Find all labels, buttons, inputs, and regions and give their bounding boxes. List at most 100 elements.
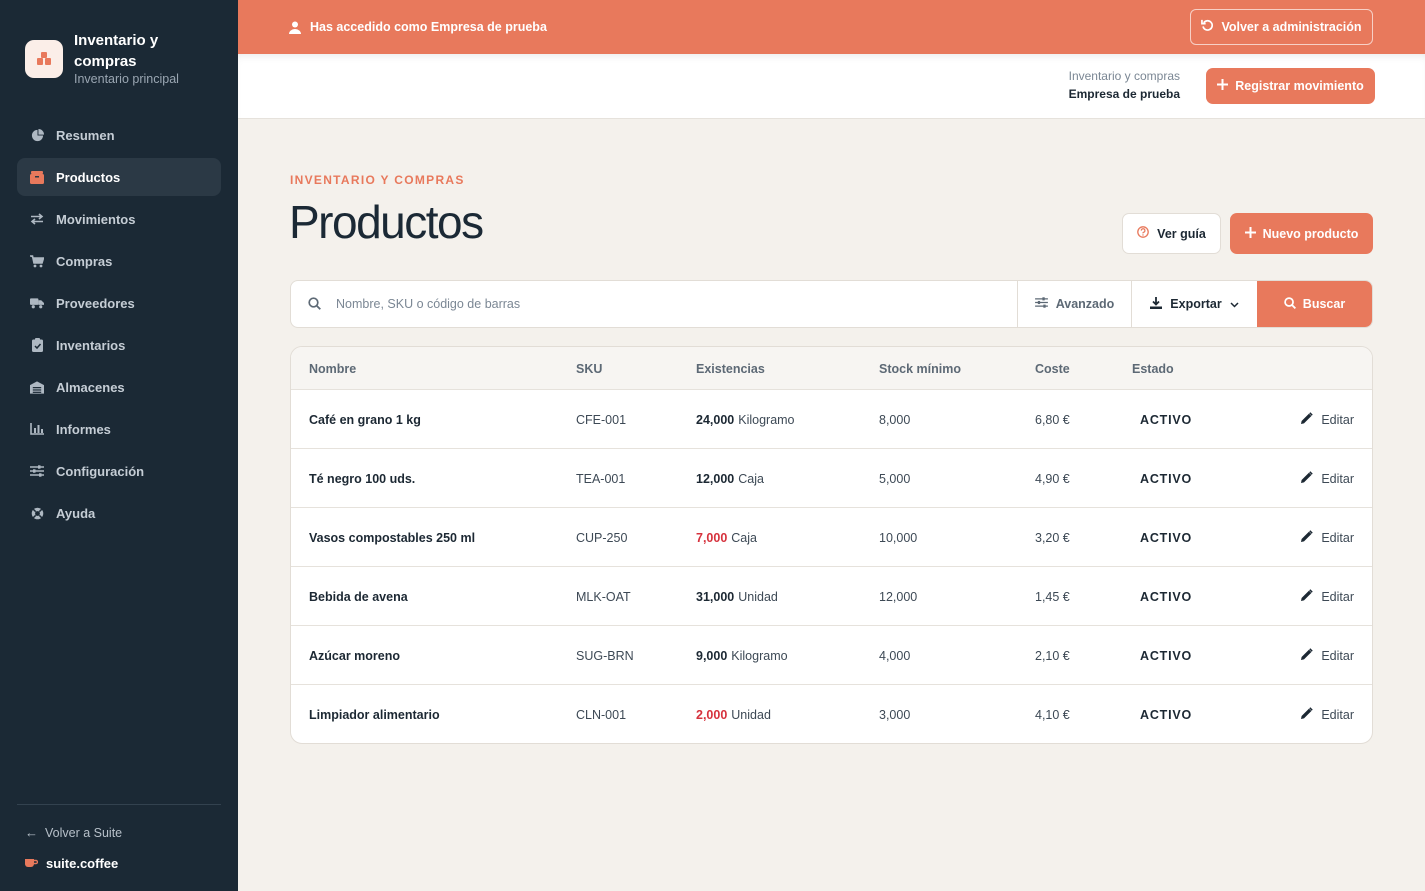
back-to-admin-button[interactable]: Volver a administración — [1190, 9, 1373, 45]
stock-unit: Unidad — [738, 589, 778, 604]
stock-quantity: 7,000 — [696, 530, 728, 545]
sidebar-item-label: Informes — [56, 421, 111, 437]
edit-label: Editar — [1321, 707, 1354, 722]
sidebar-item-resumen[interactable]: Resumen — [17, 116, 221, 154]
edit-product-button[interactable]: Editar — [1300, 567, 1354, 626]
status-badge: ACTIVO — [1140, 508, 1192, 567]
status-badge: ACTIVO — [1140, 626, 1192, 685]
pencil-icon — [1300, 470, 1314, 487]
column-header-name[interactable]: Nombre — [309, 347, 356, 390]
back-to-admin-label: Volver a administración — [1221, 20, 1362, 34]
page-title: Productos — [289, 196, 484, 248]
table-row[interactable]: Café en grano 1 kg CFE-001 24,000 Kilogramo… — [291, 390, 1372, 449]
product-cost: 3,20 € — [1035, 530, 1070, 545]
sidebar: Inventario y compras Inventario principa… — [0, 0, 238, 891]
sidebar-item-almacenes[interactable]: Almacenes — [17, 368, 221, 406]
clipboard-check-icon — [30, 338, 44, 352]
sidebar-item-proveedores[interactable]: Proveedores — [17, 284, 221, 322]
context-company: Empresa de prueba — [1068, 87, 1180, 101]
table-row[interactable]: Bebida de avena MLK-OAT 31,000 Unidad 12,000… — [291, 567, 1372, 626]
swap-arrows-icon — [30, 212, 44, 226]
sidebar-item-label: Productos — [56, 169, 121, 185]
sidebar-item-label: Ayuda — [56, 505, 96, 521]
edit-product-button[interactable]: Editar — [1300, 390, 1354, 449]
plus-icon — [1217, 79, 1229, 93]
search-button[interactable]: Buscar — [1257, 281, 1372, 327]
sidebar-item-informes[interactable]: Informes — [17, 410, 221, 448]
sidebar-item-compras[interactable]: Compras — [17, 242, 221, 280]
sidebar-item-label: Resumen — [56, 127, 115, 143]
product-name: Azúcar moreno — [309, 648, 400, 663]
product-stock: 2,000 Unidad — [696, 685, 771, 743]
product-name: Limpiador alimentario — [309, 707, 440, 722]
product-sku: MLK-OAT — [576, 589, 631, 604]
edit-product-button[interactable]: Editar — [1300, 449, 1354, 508]
stock-quantity: 24,000 — [696, 412, 735, 427]
sidebar-item-movimientos[interactable]: Movimientos — [17, 200, 221, 238]
table-row[interactable]: Vasos compostables 250 ml CUP-250 7,000 Caj… — [291, 508, 1372, 567]
edit-product-button[interactable]: Editar — [1300, 685, 1354, 743]
column-header-cost[interactable]: Coste — [1035, 347, 1070, 390]
product-name: Té negro 100 uds. — [309, 471, 416, 486]
edit-label: Editar — [1321, 648, 1354, 663]
sidebar-item-ayuda[interactable]: Ayuda — [17, 494, 221, 532]
export-dropdown[interactable]: Exportar — [1132, 281, 1257, 327]
table-row[interactable]: Azúcar moreno SUG-BRN 9,000 Kilogramo 4,000 2… — [291, 626, 1372, 685]
table-row[interactable]: Limpiador alimentario CLN-001 2,000 Unidad 3… — [291, 685, 1372, 743]
search-input[interactable] — [336, 297, 936, 311]
register-movement-label: Registrar movimiento — [1235, 79, 1364, 93]
edit-product-button[interactable]: Editar — [1300, 508, 1354, 567]
view-guide-label: Ver guía — [1157, 226, 1206, 241]
table-row[interactable]: Té negro 100 uds. TEA-001 12,000 Caja 5,000 4… — [291, 449, 1372, 508]
stock-unit: Unidad — [731, 707, 771, 722]
app-title: Inventario y compras — [74, 32, 159, 70]
edit-product-button[interactable]: Editar — [1300, 626, 1354, 685]
advanced-filter-button[interactable]: Avanzado — [1018, 281, 1132, 327]
column-header-sku[interactable]: SKU — [576, 347, 602, 390]
product-min-stock: 4,000 — [879, 648, 911, 663]
sidebar-item-label: Inventarios — [56, 337, 126, 353]
boxes-logo-icon — [25, 40, 63, 78]
plus-icon — [1244, 226, 1256, 241]
product-stock: 9,000 Kilogramo — [696, 626, 788, 685]
edit-label: Editar — [1321, 412, 1354, 427]
column-header-stock[interactable]: Existencias — [696, 347, 765, 390]
sidebar-item-productos[interactable]: Productos — [17, 158, 221, 196]
new-product-button[interactable]: Nuevo producto — [1230, 213, 1373, 254]
product-cost: 6,80 € — [1035, 412, 1070, 427]
stock-quantity: 2,000 — [696, 707, 728, 722]
status-badge: ACTIVO — [1140, 685, 1193, 743]
warehouse-icon — [30, 380, 44, 394]
column-header-min-stock[interactable]: Stock mínimo — [879, 347, 961, 390]
truck-icon — [30, 296, 44, 310]
view-guide-button[interactable]: Ver guía — [1122, 213, 1221, 254]
status-label: ACTIVO — [1140, 707, 1193, 722]
product-min-stock: 5,000 — [879, 471, 911, 486]
chevron-down-icon — [1230, 297, 1239, 311]
status-badge: ACTIVO — [1140, 567, 1192, 626]
export-label: Exportar — [1170, 297, 1222, 311]
sidebar-item-configuracion[interactable]: Configuración — [17, 452, 221, 490]
status-badge: ACTIVO — [1140, 449, 1192, 508]
status-label: ACTIVO — [1140, 589, 1193, 604]
column-header-status[interactable]: Estado — [1132, 347, 1174, 390]
product-sku: CLN-001 — [576, 707, 627, 722]
banner-text: Has accedido como Empresa de prueba — [310, 20, 547, 34]
register-movement-button[interactable]: Registrar movimiento — [1206, 68, 1375, 104]
sidebar-item-inventarios[interactable]: Inventarios — [17, 326, 221, 364]
bar-chart-icon — [30, 422, 44, 436]
product-cost: 4,90 € — [1035, 471, 1070, 486]
product-cost: 4,10 € — [1035, 707, 1070, 722]
product-stock: 7,000 Caja — [696, 508, 757, 567]
user-icon — [289, 20, 303, 34]
edit-label: Editar — [1321, 530, 1354, 545]
product-cost: 2,10 € — [1035, 648, 1070, 663]
back-to-suite-link[interactable]: ← Volver a Suite — [25, 825, 221, 840]
sliders-icon — [1034, 297, 1048, 311]
stock-quantity: 31,000 — [696, 589, 735, 604]
pencil-icon — [1300, 411, 1314, 428]
pencil-icon — [1300, 706, 1314, 723]
pencil-icon — [1300, 588, 1314, 605]
product-min-stock: 10,000 — [879, 530, 918, 545]
status-label: ACTIVO — [1140, 412, 1193, 427]
